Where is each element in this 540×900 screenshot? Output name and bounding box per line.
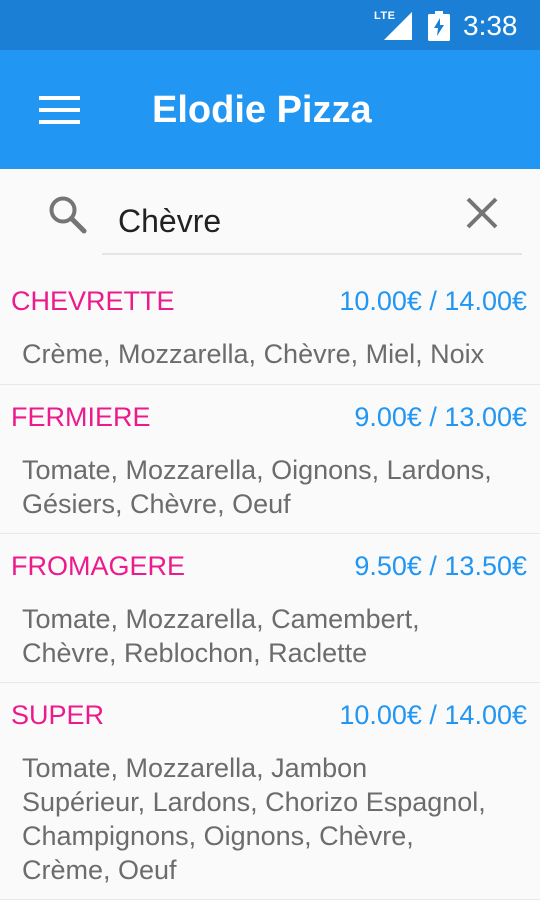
list-item[interactable]: FROMAGERE 9.50€ / 13.50€ Tomate, Mozzare… xyxy=(0,534,540,683)
lte-signal-icon xyxy=(384,12,412,40)
app-title: Elodie Pizza xyxy=(152,89,372,131)
pizza-list: CHEVRETTE 10.00€ / 14.00€ Crème, Mozzare… xyxy=(0,261,540,900)
search-bar xyxy=(0,169,540,261)
list-item[interactable]: SUPER 10.00€ / 14.00€ Tomate, Mozzarella… xyxy=(0,683,540,900)
app-bar: Elodie Pizza xyxy=(0,50,540,169)
hamburger-menu-icon-line xyxy=(39,108,80,112)
ingredients-line: Tomate, Mozzarella, Camembert, xyxy=(22,604,420,634)
ingredients-line: Gésiers, Chèvre, Oeuf xyxy=(22,489,291,519)
pizza-ingredients: Tomate, Mozzarella, Camembert, Chèvre, R… xyxy=(22,602,522,670)
pizza-ingredients: Tomate, Mozzarella, Jambon Supérieur, La… xyxy=(22,751,522,887)
list-item[interactable]: CHEVRETTE 10.00€ / 14.00€ Crème, Mozzare… xyxy=(0,261,540,385)
pizza-price: 9.50€ / 13.50€ xyxy=(354,551,527,581)
pizza-price: 9.00€ / 13.00€ xyxy=(354,402,527,432)
ingredients-line: Supérieur, Lardons, Chorizo Espagnol, xyxy=(22,787,486,817)
pizza-name: FROMAGERE xyxy=(11,551,186,581)
status-bar: LTE 3:38 xyxy=(0,0,540,50)
ingredients-line: Champignons, Oignons, Chèvre, xyxy=(22,821,414,851)
close-icon[interactable] xyxy=(458,189,506,237)
pizza-name: CHEVRETTE xyxy=(11,286,175,316)
ingredients-line: Tomate, Mozzarella, Jambon xyxy=(22,753,368,783)
hamburger-menu-icon xyxy=(39,96,80,100)
hamburger-menu-icon-line xyxy=(39,120,80,124)
menu-button[interactable] xyxy=(30,84,90,136)
pizza-price: 10.00€ / 14.00€ xyxy=(339,700,527,730)
pizza-name: FERMIERE xyxy=(11,402,151,432)
pizza-ingredients: Tomate, Mozzarella, Oignons, Lardons, Gé… xyxy=(22,453,522,521)
pizza-price: 10.00€ / 14.00€ xyxy=(339,286,527,316)
ingredients-line: Crème, Mozzarella, Chèvre, Miel, Noix xyxy=(22,339,485,369)
battery-charging-icon xyxy=(428,11,450,41)
search-icon xyxy=(49,196,87,234)
ingredients-line: Crème, Oeuf xyxy=(22,855,177,885)
ingredients-line: Tomate, Mozzarella, Oignons, Lardons, xyxy=(22,455,492,485)
status-time: 3:38 xyxy=(463,10,518,41)
ingredients-line: Chèvre, Reblochon, Raclette xyxy=(22,638,368,668)
list-item[interactable]: FERMIERE 9.00€ / 13.00€ Tomate, Mozzarel… xyxy=(0,385,540,534)
pizza-name: SUPER xyxy=(11,700,105,730)
pizza-ingredients: Crème, Mozzarella, Chèvre, Miel, Noix xyxy=(22,337,522,371)
